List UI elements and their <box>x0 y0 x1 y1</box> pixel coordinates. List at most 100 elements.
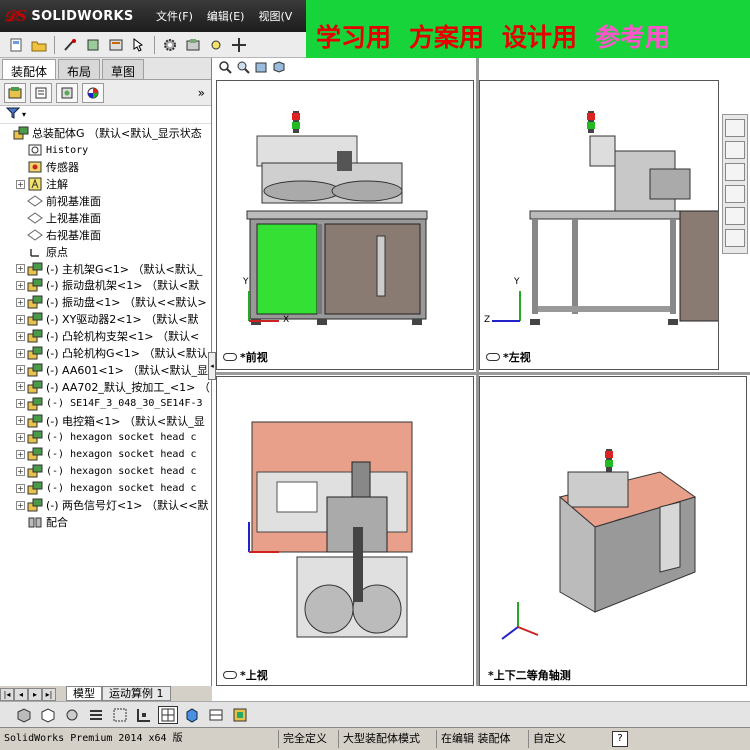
tree-root[interactable]: 总装配体G （默认<默认_显示状态 <box>0 125 211 142</box>
tree-item[interactable]: + (-) 凸轮机构支架<1> （默认< <box>0 328 211 345</box>
expand-toggle-icon[interactable]: + <box>16 348 25 358</box>
viewport-front[interactable]: Y X *前视 <box>216 80 474 370</box>
tab-assembly[interactable]: 装配体 <box>2 59 57 79</box>
hidden-lines-icon[interactable] <box>38 706 58 724</box>
component-icon[interactable] <box>183 36 203 54</box>
zoom-area-icon[interactable] <box>236 60 250 77</box>
viewport-splitter-horizontal[interactable] <box>212 372 750 375</box>
expand-toggle-icon[interactable]: + <box>16 264 25 274</box>
menu-edit[interactable]: 编辑(E) <box>201 6 251 26</box>
file-explorer-icon[interactable] <box>725 163 745 181</box>
tree-item[interactable]: + (-) 振动盘机架<1> （默认<默 <box>0 277 211 294</box>
custom-properties-icon[interactable] <box>725 229 745 247</box>
options-icon[interactable] <box>106 36 126 54</box>
tab-model[interactable]: 模型 <box>66 686 102 701</box>
tree-item[interactable]: + (-) XY驱动器2<1> （默认<默 <box>0 311 211 328</box>
select-icon[interactable] <box>129 36 149 54</box>
expand-toggle-icon[interactable]: + <box>16 297 25 307</box>
feature-tree-icon[interactable] <box>4 82 26 103</box>
link-views-icon[interactable] <box>223 353 237 361</box>
property-manager-icon[interactable] <box>30 82 52 103</box>
expand-toggle-icon[interactable]: + <box>16 416 25 426</box>
tree-item[interactable]: + (-) AA601<1> （默认<默认_显 <box>0 361 211 378</box>
filter-dropdown-icon[interactable]: ▾ <box>22 110 26 119</box>
grid-icon[interactable] <box>110 706 130 724</box>
design-library-icon[interactable] <box>725 141 745 159</box>
expand-toggle-icon[interactable]: + <box>16 314 25 324</box>
list-icon[interactable] <box>86 706 106 724</box>
menu-file[interactable]: 文件(F) <box>150 6 199 26</box>
scroll-last-icon[interactable]: ▸| <box>42 688 56 701</box>
status-custom[interactable]: 自定义 <box>528 730 606 748</box>
viewport-left[interactable]: Y Z *左视 <box>479 80 719 370</box>
expand-toggle-icon[interactable]: + <box>16 399 25 409</box>
tree-item[interactable]: 右视基准面 <box>0 226 211 243</box>
expand-chevron-icon[interactable]: » <box>198 86 205 100</box>
menu-view[interactable]: 视图(V <box>252 6 298 26</box>
expand-toggle-icon[interactable]: + <box>16 466 25 476</box>
expand-toggle-icon[interactable]: + <box>16 365 25 375</box>
tab-layout[interactable]: 布局 <box>58 59 101 79</box>
display-manager-icon[interactable] <box>82 82 104 103</box>
tree-item[interactable]: + (-) 电控箱<1> （默认<默认_显 <box>0 412 211 429</box>
tree-item[interactable]: + (-) hexagon socket head c <box>0 463 211 480</box>
zoom-to-fit-icon[interactable] <box>218 60 232 77</box>
help-icon[interactable]: ? <box>612 731 628 747</box>
tree-item[interactable]: History <box>0 142 211 159</box>
appearances-icon[interactable] <box>725 207 745 225</box>
expand-toggle-icon[interactable]: + <box>16 500 25 510</box>
section-icon[interactable] <box>134 706 154 724</box>
tree-item[interactable]: + (-) hexagon socket head c <box>0 480 211 497</box>
link-views-icon[interactable] <box>223 671 237 679</box>
expand-toggle-icon[interactable]: + <box>16 331 25 341</box>
tree-item[interactable]: + (-) 主机架G<1> （默认<默认_ <box>0 260 211 277</box>
move-component-icon[interactable] <box>229 36 249 54</box>
tree-item[interactable]: + (-) hexagon socket head c <box>0 446 211 463</box>
expand-toggle-icon[interactable]: + <box>16 432 25 442</box>
shaded-icon[interactable] <box>14 706 34 724</box>
tree-item[interactable]: 传感器 <box>0 159 211 176</box>
configuration-manager-icon[interactable] <box>56 82 78 103</box>
viewport-top[interactable]: *上视 <box>216 376 474 686</box>
rebuild-icon[interactable] <box>60 36 80 54</box>
scroll-prev-icon[interactable]: ◂ <box>14 688 28 701</box>
tree-item[interactable]: + (-) 凸轮机构G<1> （默认<默认 <box>0 345 211 362</box>
previous-view-icon[interactable] <box>254 60 268 77</box>
edges-icon[interactable] <box>62 706 82 724</box>
tree-item[interactable]: 原点 <box>0 243 211 260</box>
tree-item[interactable]: 上视基准面 <box>0 209 211 226</box>
expand-toggle-icon[interactable]: + <box>16 382 25 392</box>
expand-toggle-icon[interactable]: + <box>16 179 25 189</box>
two-view-icon[interactable] <box>206 706 226 724</box>
smart-fastener-icon[interactable] <box>206 36 226 54</box>
tree-item[interactable]: + (-) 两色信号灯<1> （默认<<默 <box>0 497 211 514</box>
view-palette-icon[interactable] <box>725 185 745 203</box>
viewport-isometric[interactable]: *上下二等角轴测 <box>479 376 747 686</box>
tree-item[interactable]: 前视基准面 <box>0 193 211 210</box>
tree-item[interactable]: + (-) SE14F_3_048_30_SE14F-3 <box>0 395 211 412</box>
filter-icon[interactable] <box>5 107 21 122</box>
rebuild-options-icon[interactable] <box>83 36 103 54</box>
tab-motion-study[interactable]: 运动算例 1 <box>102 686 171 701</box>
tree-item[interactable]: + (-) hexagon socket head c <box>0 429 211 446</box>
section-view-icon[interactable] <box>272 60 286 77</box>
tree-item[interactable]: 配合 <box>0 513 211 530</box>
tree-item[interactable]: + 注解 <box>0 176 211 193</box>
link-views-icon[interactable] <box>486 353 500 361</box>
render-icon[interactable] <box>230 706 250 724</box>
home-icon[interactable] <box>725 119 745 137</box>
tree-item[interactable]: + (-) 振动盘<1> （默认<<默认> <box>0 294 211 311</box>
new-document-icon[interactable] <box>6 36 26 54</box>
tree-item[interactable]: + (-) AA702_默认_按加工_<1> （ <box>0 378 211 395</box>
scroll-first-icon[interactable]: |◂ <box>0 688 14 701</box>
four-view-icon[interactable] <box>158 705 178 724</box>
expand-toggle-icon[interactable]: + <box>16 449 25 459</box>
panel-collapse-handle[interactable]: ◂ <box>208 352 216 380</box>
scroll-next-icon[interactable]: ▸ <box>28 688 42 701</box>
gear-icon[interactable] <box>160 36 180 54</box>
tab-sketch[interactable]: 草图 <box>102 59 145 79</box>
expand-toggle-icon[interactable]: + <box>16 280 25 290</box>
expand-toggle-icon[interactable]: + <box>16 483 25 493</box>
cube-view-icon[interactable] <box>182 706 202 724</box>
open-folder-icon[interactable] <box>29 36 49 54</box>
